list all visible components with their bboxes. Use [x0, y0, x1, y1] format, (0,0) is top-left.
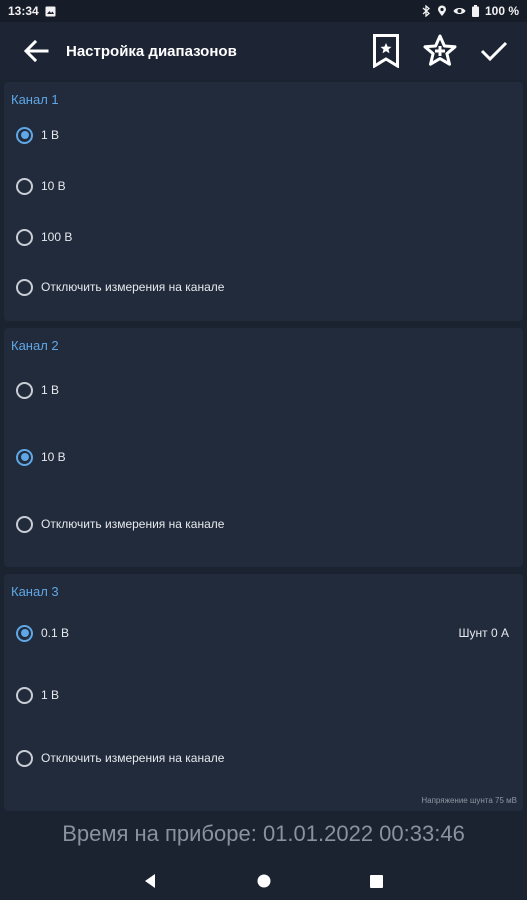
nav-home-button[interactable]	[249, 868, 279, 894]
channel-1-card: Канал 1 1 В 10 В 100 В Отключить измерен…	[4, 82, 523, 321]
radio-button[interactable]	[16, 515, 33, 533]
radio-option[interactable]: 10 В	[16, 442, 509, 472]
radio-option[interactable]: 1 В	[16, 375, 509, 405]
channel-1-title: Канал 1	[11, 92, 59, 107]
radio-button[interactable]	[16, 448, 33, 466]
arrow-back-icon	[23, 39, 49, 63]
radio-option[interactable]: Отключить измерения на канале	[16, 509, 509, 539]
radio-option[interactable]: 1 В	[16, 120, 509, 150]
radio-label: 1 В	[41, 688, 60, 702]
radio-option[interactable]: 100 В	[16, 222, 509, 252]
radio-button[interactable]	[16, 686, 33, 704]
favorite-button[interactable]	[413, 22, 467, 80]
radio-label: 10 В	[41, 179, 66, 193]
radio-label: 100 В	[41, 230, 73, 244]
shunt-value: Шунт 0 А	[458, 626, 509, 640]
image-notification-icon	[45, 6, 56, 17]
nav-recents-icon	[369, 874, 383, 888]
bookmark-star-icon	[373, 34, 399, 68]
radio-option[interactable]: Отключить измерения на канале	[16, 272, 509, 302]
shunt-voltage-note: Напряжение шунта 75 мВ	[421, 796, 517, 805]
navigation-bar	[0, 862, 527, 900]
nav-back-button[interactable]	[135, 868, 165, 894]
battery-percent: 100 %	[484, 4, 519, 18]
channel-2-card: Канал 2 1 В 10 В Отключить измерения на …	[4, 328, 523, 567]
nav-home-icon	[257, 874, 271, 888]
check-icon	[480, 41, 508, 62]
nav-recents-button[interactable]	[361, 868, 391, 894]
bookmark-button[interactable]	[359, 22, 413, 80]
radio-button[interactable]	[16, 624, 33, 642]
channel-3-title: Канал 3	[11, 584, 59, 599]
device-time: Время на приборе: 01.01.2022 00:33:46	[62, 821, 465, 846]
radio-button[interactable]	[16, 177, 33, 195]
status-time: 13:34	[8, 4, 39, 18]
back-button[interactable]	[6, 22, 66, 80]
channel-3-card: Канал 3 0.1 В Шунт 0 А 1 В Отключить изм…	[4, 574, 523, 811]
radio-button[interactable]	[16, 126, 33, 144]
radio-option[interactable]: 0.1 В Шунт 0 А	[16, 618, 509, 648]
radio-button[interactable]	[16, 228, 33, 246]
radio-button[interactable]	[16, 381, 33, 399]
location-icon	[437, 5, 447, 17]
app-bar: Настройка диапазонов	[0, 22, 527, 80]
status-bar: 13:34 100 %	[0, 0, 527, 22]
radio-label: 10 В	[41, 450, 66, 464]
radio-label: 1 В	[41, 128, 60, 142]
radio-label: 1 В	[41, 383, 60, 397]
radio-button[interactable]	[16, 749, 33, 767]
confirm-button[interactable]	[467, 22, 521, 80]
radio-label: Отключить измерения на канале	[41, 517, 225, 531]
radio-option[interactable]: Отключить измерения на канале	[16, 743, 509, 773]
page-title: Настройка диапазонов	[66, 42, 237, 60]
radio-label: Отключить измерения на канале	[41, 751, 225, 765]
radio-option[interactable]: 1 В	[16, 680, 509, 710]
radio-button[interactable]	[16, 278, 33, 296]
radio-label: Отключить измерения на канале	[41, 280, 225, 294]
channel-2-title: Канал 2	[11, 338, 59, 353]
bluetooth-icon	[422, 5, 431, 17]
battery-icon	[471, 5, 479, 17]
eye-icon	[453, 6, 466, 16]
radio-label: 0.1 В	[41, 626, 70, 640]
star-add-icon	[423, 34, 457, 66]
radio-option[interactable]: 10 В	[16, 171, 509, 201]
nav-back-icon	[145, 874, 155, 888]
